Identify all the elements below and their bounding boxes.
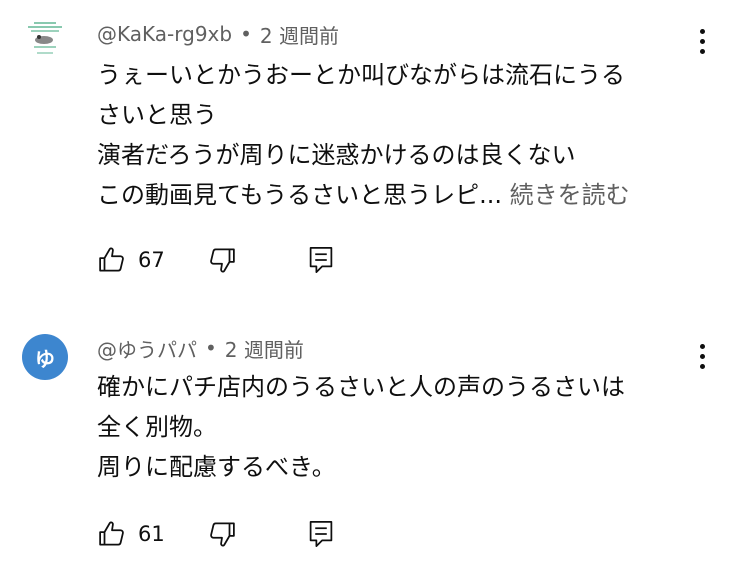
thumbs-up-icon	[99, 521, 124, 546]
comment-line: 周りに配慮するべき。	[97, 453, 336, 481]
comment-actions: 67	[97, 243, 335, 277]
comment: ゆ @ゆうパパ • 2 週間前 確かにパチ店内のうるさいと人の声のうるさいは 全…	[0, 292, 750, 583]
comment-line: 確かにパチ店内のうるさいと人の声のうるさいは	[97, 373, 625, 401]
comment-text: うぇーいとかうおーとか叫びながらは流石にうる さいと思う 演者だろうが周りに迷惑…	[97, 55, 697, 215]
like-button[interactable]: 61	[97, 519, 207, 549]
comment-line: 全く別物。	[97, 413, 217, 441]
reply-comment-icon	[309, 247, 333, 273]
comment-line: この動画見てもうるさいと思うレピ...	[97, 181, 502, 209]
separator: •	[240, 22, 252, 46]
thumbs-down-icon	[210, 522, 235, 547]
avatar-letter: ゆ	[35, 346, 55, 371]
comment-line: さいと思う	[97, 101, 217, 129]
avatar[interactable]: ゆ	[22, 334, 68, 380]
avatar-image	[22, 16, 68, 62]
timestamp[interactable]: 2 週間前	[260, 20, 339, 49]
comment-line: 演者だろうが周りに迷惑かけるのは良くない	[97, 141, 576, 169]
comment-line: うぇーいとかうおーとか叫びながらは流石にうる	[97, 61, 625, 89]
dislike-button[interactable]	[207, 519, 307, 549]
comment: @KaKa-rg9xb • 2 週間前 うぇーいとかうおーとか叫びながらは流石に…	[0, 0, 750, 292]
like-count: 67	[138, 248, 165, 272]
read-more-link[interactable]: 続きを読む	[510, 181, 630, 209]
thumbs-down-icon	[210, 248, 235, 273]
reply-button[interactable]	[307, 245, 335, 275]
comment-last-line: この動画見てもうるさいと思うレピ... 続きを読む	[97, 175, 697, 215]
timestamp[interactable]: 2 週間前	[225, 334, 304, 363]
avatar[interactable]	[22, 16, 68, 62]
separator: •	[205, 336, 217, 360]
reply-button[interactable]	[307, 519, 335, 549]
thumbs-up-icon	[99, 247, 124, 272]
comment-header: @KaKa-rg9xb • 2 週間前	[97, 17, 339, 51]
comment-actions: 61	[97, 517, 335, 551]
more-vert-icon[interactable]	[690, 24, 714, 58]
dislike-button[interactable]	[207, 245, 307, 275]
author-name[interactable]: @KaKa-rg9xb	[97, 22, 232, 46]
comment-text: 確かにパチ店内のうるさいと人の声のうるさいは 全く別物。 周りに配慮するべき。	[97, 367, 697, 487]
author-name[interactable]: @ゆうパパ	[97, 334, 197, 363]
like-button[interactable]: 67	[97, 245, 207, 275]
like-count: 61	[138, 522, 165, 546]
comment-header: @ゆうパパ • 2 週間前	[97, 331, 304, 365]
reply-comment-icon	[309, 521, 333, 547]
